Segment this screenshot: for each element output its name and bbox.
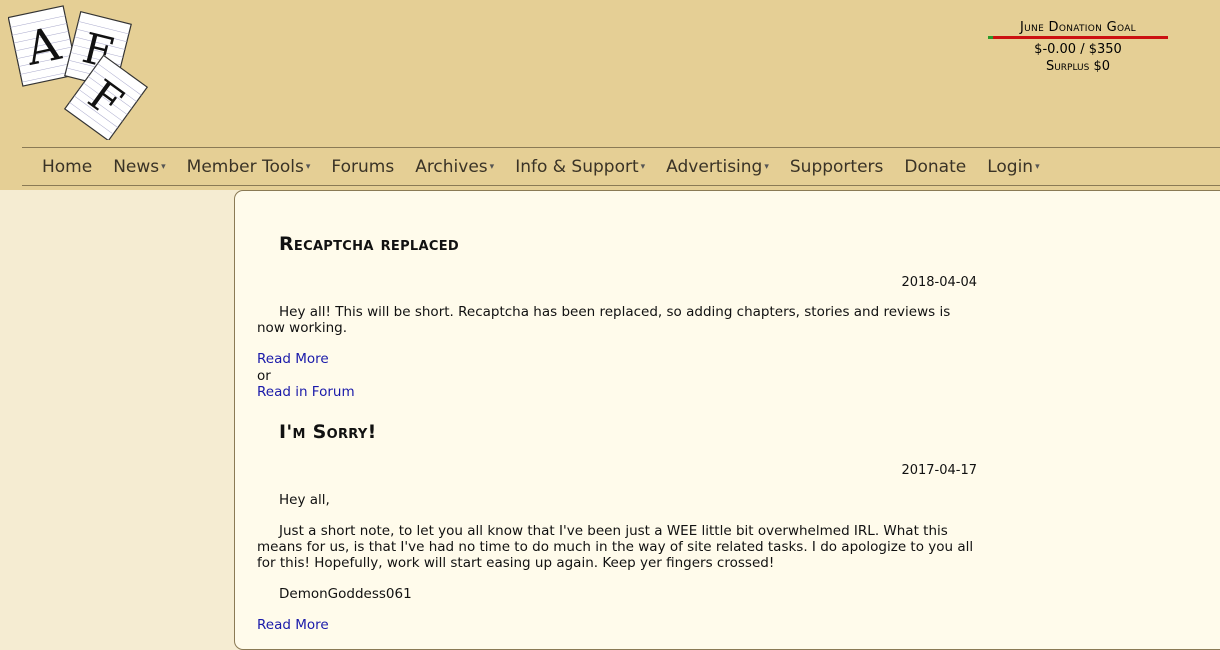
donation-surplus: Surplus $0 xyxy=(1045,59,1111,74)
donation-title: June Donation Goal xyxy=(1020,20,1136,35)
main-navigation: Home News ▾ Member Tools ▾ Forums Archives ▾ Inf… xyxy=(22,147,1220,186)
post-date: 2017-04-17 xyxy=(901,463,977,478)
nav-item-label: News xyxy=(113,156,160,177)
news-post: Recaptcha replaced 2018-04-04 Hey all! T… xyxy=(257,233,977,401)
news-content-panel: Recaptcha replaced 2018-04-04 Hey all! T… xyxy=(234,190,1220,650)
nav-item-label: Login xyxy=(987,156,1034,177)
nav-item-label: Home xyxy=(42,156,93,177)
nav-item-label: Info & Support xyxy=(515,156,639,177)
post-date: 2018-04-04 xyxy=(901,275,977,290)
nav-item-donate[interactable]: Donate xyxy=(904,157,966,177)
caret-down-icon: ▾ xyxy=(161,161,166,172)
donation-progress-bar xyxy=(988,36,1168,39)
nav-item-label: Forums xyxy=(331,156,395,177)
nav-item-label: Advertising xyxy=(666,156,763,177)
caret-down-icon: ▾ xyxy=(305,161,311,172)
post-paragraph: Just a short note, to let you all know t… xyxy=(257,523,974,571)
caret-down-icon: ▾ xyxy=(640,161,646,172)
donation-amount: $-0.00 / $350 xyxy=(1034,42,1122,57)
news-post: I'm Sorry! 2017-04-17 Hey all, Just a sh… xyxy=(257,421,977,634)
nav-item-login[interactable]: Login ▾ xyxy=(987,157,1039,177)
donation-progress-fill xyxy=(988,36,993,39)
nav-item-news[interactable]: News ▾ xyxy=(113,157,165,177)
post-title: Recaptcha replaced xyxy=(279,233,459,255)
nav-item-advertising[interactable]: Advertising ▾ xyxy=(666,157,769,177)
donation-goal: June Donation Goal $-0.00 / $350 Surplus… xyxy=(988,19,1168,75)
caret-down-icon: ▾ xyxy=(489,161,495,172)
post-paragraph: Hey all, xyxy=(279,492,330,508)
site-header: A F F June Donation Goal $-0.00 / $350 S… xyxy=(0,0,1220,190)
site-logo[interactable]: A F F xyxy=(8,4,148,140)
nav-item-label: Archives xyxy=(415,156,488,177)
nav-item-forums[interactable]: Forums xyxy=(331,157,394,177)
nav-item-label: Supporters xyxy=(789,156,884,177)
nav-item-label: Donate xyxy=(904,156,967,177)
post-signature: DemonGoddess061 xyxy=(279,586,412,602)
nav-item-home[interactable]: Home xyxy=(42,157,92,177)
read-more-link[interactable]: Read More xyxy=(257,351,977,368)
caret-down-icon: ▾ xyxy=(764,161,769,172)
post-body: Hey all, Just a short note, to let you a… xyxy=(257,492,977,602)
nav-item-archives[interactable]: Archives ▾ xyxy=(415,157,494,177)
or-text: or xyxy=(257,367,271,384)
nav-item-label: Member Tools xyxy=(186,156,304,177)
nav-item-supporters[interactable]: Supporters xyxy=(790,157,884,177)
caret-down-icon: ▾ xyxy=(1035,161,1040,172)
post-title: I'm Sorry! xyxy=(279,421,377,443)
read-more-link[interactable]: Read More xyxy=(257,617,977,634)
nav-item-member-tools[interactable]: Member Tools ▾ xyxy=(187,157,311,177)
post-paragraph: Hey all! This will be short. Recaptcha h… xyxy=(257,304,951,336)
nav-item-info-support[interactable]: Info & Support ▾ xyxy=(515,157,645,177)
read-in-forum-link[interactable]: Read in Forum xyxy=(257,384,977,401)
post-body: Hey all! This will be short. Recaptcha h… xyxy=(257,304,977,336)
